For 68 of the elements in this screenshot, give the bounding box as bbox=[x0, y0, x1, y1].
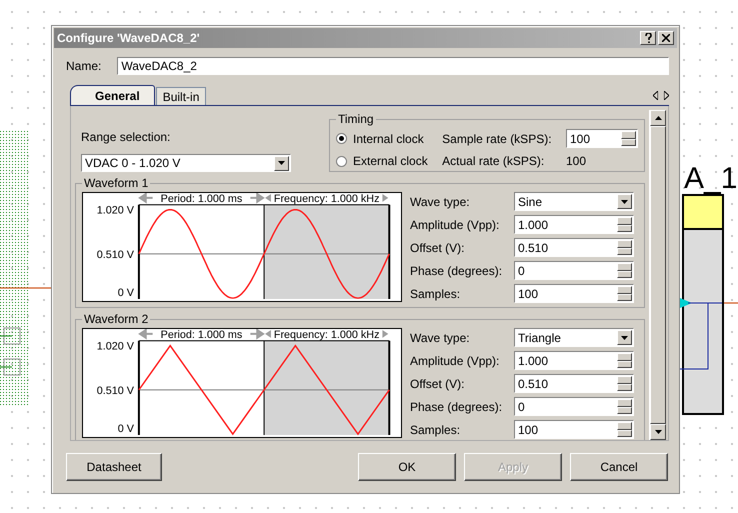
field-label: Phase (degrees): bbox=[410, 264, 504, 278]
tab[interactable]: General bbox=[70, 85, 155, 105]
field-label: Sample rate (kSPS): bbox=[442, 132, 553, 146]
range-label: Range selection: bbox=[81, 130, 172, 144]
range-dropdown[interactable]: VDAC 0 - 1.020 V bbox=[81, 154, 291, 172]
period-arrow bbox=[382, 194, 388, 202]
field-label: Wave type: bbox=[410, 194, 471, 208]
radio-option[interactable]: External clock bbox=[336, 154, 430, 168]
axis-label: 0.510 V bbox=[96, 384, 134, 397]
field-label: Actual rate (kSPS): bbox=[442, 154, 546, 168]
group-title: Waveform 2 bbox=[83, 312, 150, 326]
spin-field[interactable]: 100 bbox=[514, 420, 634, 439]
period-label: Period: 1.000 ms bbox=[160, 192, 242, 205]
group-title: Waveform 1 bbox=[83, 176, 150, 190]
period-arrow bbox=[138, 328, 154, 339]
field-label: Samples: bbox=[410, 286, 462, 300]
field-value: 100 bbox=[566, 154, 588, 168]
field-label: Offset (V): bbox=[410, 376, 466, 390]
spin-field[interactable]: 100 bbox=[514, 284, 634, 303]
caret-icon bbox=[621, 336, 628, 340]
dialog-button[interactable]: Cancel bbox=[570, 453, 668, 481]
window-title: Configure 'WaveDAC8_2' bbox=[57, 31, 201, 45]
down-arrow-icon bbox=[654, 430, 662, 434]
axis-label: 0 V bbox=[118, 287, 134, 300]
spin-field[interactable]: 1.000 bbox=[514, 351, 634, 370]
up-arrow-icon bbox=[654, 116, 662, 120]
axis-label: 0 V bbox=[118, 423, 134, 436]
spin-field[interactable]: 0.510 bbox=[514, 238, 634, 257]
frequency-label: Frequency: 1.000 kHz bbox=[274, 192, 380, 205]
period-arrow bbox=[138, 192, 154, 203]
spin-field[interactable]: 1.000 bbox=[514, 215, 634, 234]
axis-label: 0.510 V bbox=[96, 248, 134, 261]
dropdown[interactable]: Sine bbox=[514, 192, 634, 211]
field-label: Offset (V): bbox=[410, 240, 466, 254]
radio-button[interactable] bbox=[336, 156, 347, 166]
name-field[interactable]: WaveDAC8_2 bbox=[117, 57, 669, 75]
period-arrow bbox=[382, 330, 388, 338]
scrollbar[interactable] bbox=[649, 110, 666, 440]
tab[interactable]: Built-in bbox=[156, 87, 206, 105]
caret-icon bbox=[278, 161, 285, 165]
spin-field[interactable]: 0 bbox=[514, 261, 634, 280]
close-button[interactable] bbox=[658, 31, 674, 45]
radio-option[interactable]: Internal clock bbox=[336, 132, 430, 146]
field-label: Phase (degrees): bbox=[410, 400, 504, 414]
group-title: Timing bbox=[337, 112, 375, 126]
field-label: Amplitude (Vpp): bbox=[410, 354, 500, 368]
spin-field[interactable]: 0.510 bbox=[514, 374, 634, 393]
caret-icon bbox=[621, 200, 628, 204]
frequency-label: Frequency: 1.000 kHz bbox=[274, 328, 380, 341]
axis-label: 1.020 V bbox=[96, 340, 134, 353]
axis-label: 1.020 V bbox=[96, 204, 134, 217]
radio-button[interactable] bbox=[336, 133, 347, 144]
dropdown[interactable]: Triangle bbox=[514, 328, 634, 347]
dialog-button[interactable]: Datasheet bbox=[66, 453, 162, 481]
field-label: Wave type: bbox=[410, 330, 471, 344]
field-label: Samples: bbox=[410, 422, 462, 436]
period-label: Period: 1.000 ms bbox=[160, 328, 242, 341]
name-label: Name: bbox=[66, 59, 102, 73]
field-label: Amplitude (Vpp): bbox=[410, 218, 500, 232]
left-arrow-icon[interactable] bbox=[653, 91, 658, 100]
help-button[interactable] bbox=[640, 31, 656, 45]
spin-field[interactable]: 0 bbox=[514, 397, 634, 416]
component-label: A_1 bbox=[684, 163, 738, 195]
help-icon bbox=[644, 33, 652, 43]
spin-field[interactable]: 100 bbox=[566, 129, 638, 148]
dialog-button[interactable]: OK bbox=[358, 453, 456, 481]
right-arrow-icon[interactable] bbox=[664, 91, 669, 100]
close-icon bbox=[662, 34, 670, 42]
